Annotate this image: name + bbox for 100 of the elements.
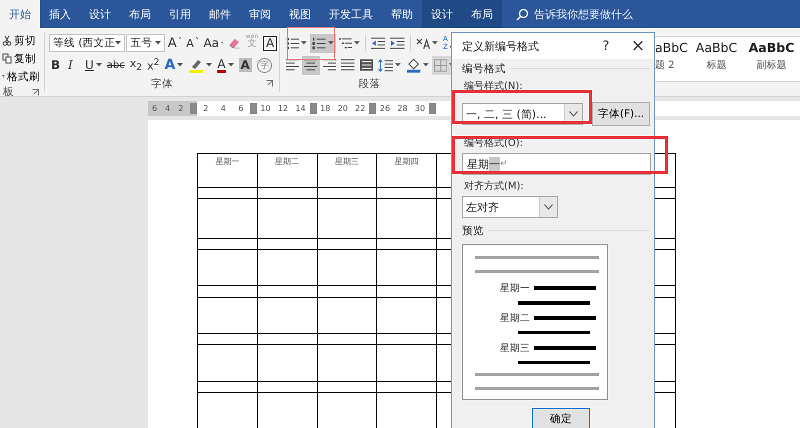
column-marker[interactable] [250, 103, 257, 114]
table-cell [258, 345, 318, 382]
table-cell [258, 188, 318, 199]
ruler-number: 10 [259, 104, 272, 113]
caret-icon [228, 63, 234, 67]
table-cell: 星期一 [198, 154, 258, 188]
ribbon-tab[interactable]: 开发工具 [320, 0, 382, 28]
numbered-list-icon [312, 36, 326, 50]
ribbon-tab[interactable]: 邮件 [200, 0, 240, 28]
chevron-down-icon [544, 204, 553, 210]
caret-icon [115, 41, 122, 45]
column-marker[interactable] [310, 103, 316, 114]
ruler-number: 2 [202, 104, 210, 113]
align-icon [341, 59, 355, 71]
dialog-launcher-icon[interactable] [32, 88, 39, 96]
caret-icon [301, 41, 308, 45]
style-option[interactable]: aBbC 题 2 [655, 37, 689, 81]
ribbon-tab[interactable]: 设计 [80, 0, 120, 28]
caret-icon [206, 63, 212, 67]
grow-font-button[interactable]: A [166, 34, 184, 52]
caret-icon [432, 41, 438, 45]
ruler-number: 20 [336, 104, 349, 113]
ribbon-tab[interactable]: 设计 [422, 0, 462, 28]
close-button[interactable]: × [622, 33, 654, 59]
ruler-number: 26 [378, 104, 392, 113]
character-shading-button[interactable]: A [236, 56, 254, 74]
font-size-dropdown[interactable]: 五号 [126, 34, 165, 52]
ribbon-tab[interactable]: 引用 [160, 0, 200, 28]
scissors-icon [2, 35, 12, 46]
dialog-launcher-icon[interactable] [266, 80, 273, 87]
column-marker[interactable] [429, 103, 436, 114]
underline-button[interactable]: U [83, 56, 104, 74]
text-effects-button[interactable]: A [162, 56, 186, 74]
highlight-frame [287, 27, 335, 60]
cut-button[interactable]: 剪切 [0, 32, 42, 49]
subscript-button[interactable]: x$_{2}$ [128, 56, 144, 74]
ribbon-tab[interactable]: 视图 [280, 0, 320, 28]
indent-icon [390, 36, 405, 50]
shrink-font-button[interactable]: A [184, 34, 200, 52]
dialog-title: 定义新编号格式 [462, 38, 540, 54]
caret-icon [423, 63, 429, 67]
table-cell: 星期三 [318, 154, 378, 188]
group-label: 板 [3, 85, 14, 99]
caret-icon [96, 63, 102, 67]
center-button[interactable] [302, 56, 320, 74]
ok-button[interactable]: 确定 [532, 408, 590, 428]
format-painter-button[interactable]: 格式刷 [0, 68, 42, 85]
copy-button[interactable]: 复制 [0, 50, 42, 67]
ribbon-tab[interactable]: 审阅 [240, 0, 280, 28]
ribbon-tab[interactable]: 布局 [120, 0, 160, 28]
table-cell [258, 239, 318, 250]
bold-button[interactable]: B [49, 56, 65, 74]
table-cell [318, 286, 378, 298]
column-marker[interactable] [190, 103, 197, 114]
eraser-icon [228, 36, 241, 50]
ruler-number: 12 [276, 104, 290, 113]
borders-icon [434, 58, 448, 72]
ribbon-tab[interactable]: 布局 [462, 0, 502, 28]
caret-icon [354, 41, 360, 45]
caret-icon [395, 63, 401, 67]
table-cell: 星期四 [377, 154, 437, 188]
ruler-number: 6 [151, 104, 158, 113]
ruler-number: 30 [414, 104, 426, 113]
table-cell [258, 199, 318, 239]
font-color-button[interactable]: A [215, 56, 236, 74]
numbering-button[interactable] [310, 34, 336, 52]
caret-icon [177, 63, 184, 67]
table-cell [258, 286, 318, 298]
character-border-button[interactable]: A [261, 34, 277, 52]
ruler-number: 4 [220, 104, 227, 113]
caret-icon [154, 41, 161, 45]
ribbon-tab[interactable]: 帮助 [382, 0, 422, 28]
align-icon [360, 59, 374, 71]
help-button[interactable]: ? [590, 33, 622, 59]
font-name-dropdown[interactable]: 等线 (西文正 [49, 34, 126, 52]
style-option[interactable]: AaBbC 标题 [689, 37, 744, 81]
change-case-button[interactable]: Aa [201, 34, 226, 52]
group-label: 段落 [358, 76, 380, 90]
ribbon-tab[interactable]: 开始 [0, 0, 40, 28]
ruler-number: 14 [294, 104, 307, 113]
style-option[interactable]: AaBbC 副标题 [744, 37, 799, 81]
alignment-dropdown[interactable]: 左对齐 [462, 196, 558, 218]
font-button[interactable]: 字体(F)... [592, 102, 650, 126]
strikethrough-button[interactable]: abc [104, 56, 127, 74]
table-cell [258, 382, 318, 393]
table-cell [258, 334, 318, 345]
ribbon-tab[interactable]: 插入 [40, 0, 80, 28]
table-cell [258, 298, 318, 334]
bullet-list-icon [286, 36, 300, 50]
chevron-down-icon [569, 111, 578, 117]
section-heading: 预览 [462, 224, 484, 238]
search-field[interactable]: 告诉我你想要做什么 [534, 8, 674, 20]
section-heading: 编号格式 [462, 62, 506, 76]
preview-number: 星期一 [500, 282, 530, 295]
column-marker[interactable] [369, 103, 376, 114]
italic-button[interactable]: I [66, 56, 82, 74]
multilevel-list-icon [338, 36, 352, 50]
align-icon [286, 59, 300, 71]
superscript-button[interactable]: x$^{2}$ [145, 56, 162, 74]
table-cell [318, 382, 378, 393]
